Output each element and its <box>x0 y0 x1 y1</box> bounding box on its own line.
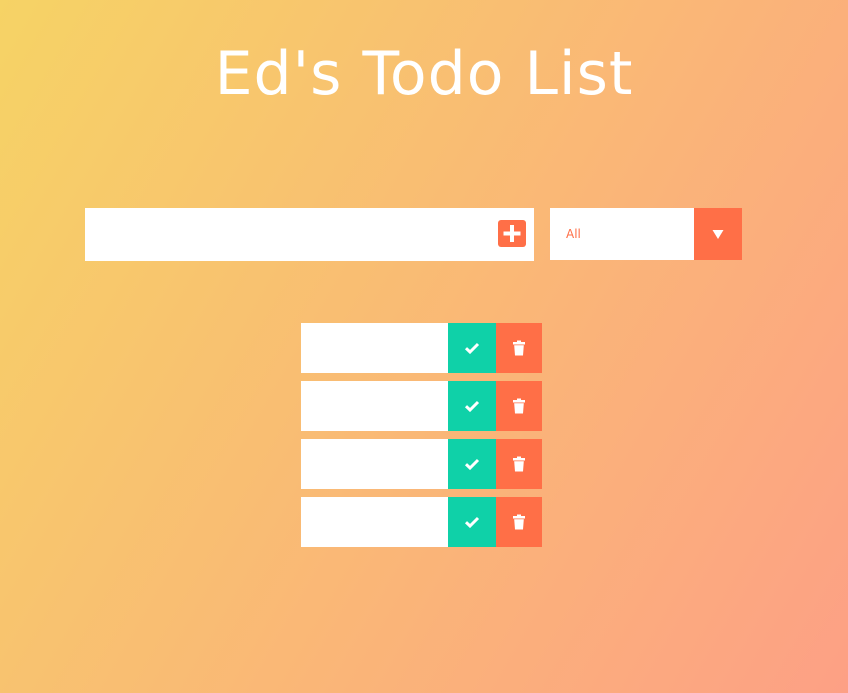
trash-icon <box>513 456 525 472</box>
check-icon <box>464 342 480 354</box>
todo-list <box>301 323 542 555</box>
add-todo-button[interactable] <box>498 220 526 247</box>
plus-icon <box>503 225 521 242</box>
filter-selected-value: All <box>566 227 581 241</box>
check-icon <box>464 400 480 412</box>
todo-item <box>301 439 542 489</box>
trash-icon <box>513 514 525 530</box>
page-title: Ed's Todo List <box>214 39 634 109</box>
todo-item-text <box>301 381 448 431</box>
delete-button[interactable] <box>496 381 542 431</box>
complete-button[interactable] <box>448 439 496 489</box>
filter-dropdown-arrow[interactable] <box>694 208 742 260</box>
todo-item-text <box>301 439 448 489</box>
complete-button[interactable] <box>448 323 496 373</box>
todo-item <box>301 381 542 431</box>
complete-button[interactable] <box>448 497 496 547</box>
filter-select[interactable]: All <box>550 208 742 260</box>
todo-item-text <box>301 323 448 373</box>
check-icon <box>464 516 480 528</box>
delete-button[interactable] <box>496 439 542 489</box>
todo-input[interactable] <box>85 208 485 261</box>
trash-icon <box>513 398 525 414</box>
todo-form <box>85 208 534 261</box>
delete-button[interactable] <box>496 323 542 373</box>
caret-down-icon <box>712 230 724 239</box>
todo-item <box>301 497 542 547</box>
todo-item-text <box>301 497 448 547</box>
check-icon <box>464 458 480 470</box>
trash-icon <box>513 340 525 356</box>
complete-button[interactable] <box>448 381 496 431</box>
todo-item <box>301 323 542 373</box>
delete-button[interactable] <box>496 497 542 547</box>
